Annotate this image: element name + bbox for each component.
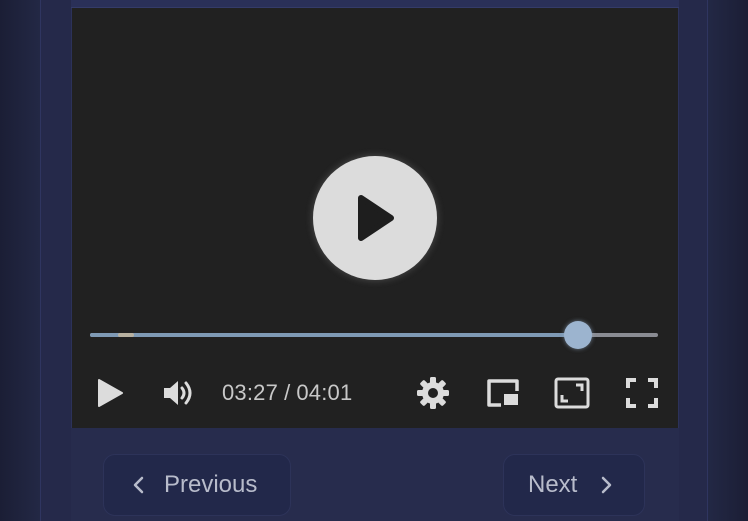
- progress-fill: [90, 333, 578, 337]
- big-play-button[interactable]: [313, 156, 437, 280]
- play-icon: [98, 379, 123, 407]
- time-separator: /: [284, 380, 291, 405]
- panel-top-strip: [71, 0, 679, 8]
- previous-label: Previous: [164, 471, 258, 498]
- next-button[interactable]: Next: [503, 454, 645, 516]
- previous-button[interactable]: Previous: [103, 454, 291, 516]
- fullscreen-icon: [626, 378, 658, 408]
- settings-button[interactable]: [412, 370, 454, 416]
- theater-mode-icon: [554, 377, 590, 409]
- picture-in-picture-icon: [487, 379, 519, 407]
- progress-bar[interactable]: [90, 321, 658, 349]
- control-bar: 03:27 / 04:01: [72, 370, 680, 416]
- background-left: [0, 0, 40, 521]
- background-right: [708, 0, 748, 521]
- play-button[interactable]: [90, 370, 130, 416]
- picture-in-picture-button[interactable]: [482, 370, 524, 416]
- video-player[interactable]: 03:27 / 04:01: [71, 8, 679, 428]
- time-display: 03:27 / 04:01: [222, 370, 352, 416]
- content-panel: 03:27 / 04:01 Previous Next: [40, 0, 708, 521]
- current-time: 03:27: [222, 380, 279, 405]
- progress-buffered: [118, 333, 134, 337]
- navigation-area: Previous Next: [71, 428, 679, 521]
- next-label: Next: [528, 471, 578, 498]
- theater-mode-button[interactable]: [550, 370, 594, 416]
- duration: 04:01: [296, 380, 353, 405]
- gear-icon: [417, 377, 449, 409]
- chevron-left-icon: [132, 475, 146, 495]
- fullscreen-button[interactable]: [620, 370, 664, 416]
- chevron-right-icon: [599, 475, 613, 495]
- volume-button[interactable]: [158, 370, 198, 416]
- progress-thumb[interactable]: [563, 321, 592, 349]
- play-icon: [358, 195, 394, 241]
- volume-icon: [164, 381, 192, 405]
